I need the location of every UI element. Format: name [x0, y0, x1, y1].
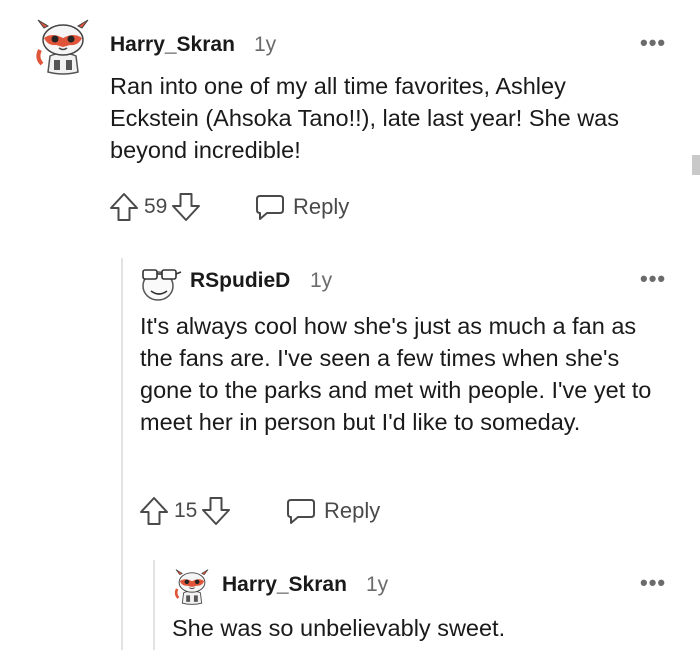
comment-author[interactable]: RSpudieD: [190, 269, 290, 293]
more-options-button[interactable]: •••: [640, 572, 666, 594]
comment-body: Ran into one of my all time favorites, A…: [110, 73, 619, 163]
thread-line-level-2[interactable]: [153, 560, 155, 650]
downvote-arrow-icon: [172, 193, 201, 221]
downvote-arrow-icon: [202, 497, 231, 525]
downvote-button[interactable]: [200, 495, 232, 527]
vote-controls: 59: [108, 190, 202, 224]
snoo-avatar-icon: [36, 19, 89, 75]
avatar[interactable]: [138, 265, 182, 303]
reply-button[interactable]: Reply: [286, 494, 380, 528]
glasses-face-avatar-icon: [142, 269, 182, 301]
vote-score: 15: [174, 499, 198, 522]
avatar[interactable]: [32, 16, 94, 78]
thread-line-level-1[interactable]: [121, 258, 123, 650]
scrollbar-thumb[interactable]: [692, 155, 700, 175]
upvote-button[interactable]: [108, 191, 140, 223]
reply-bubble-icon: [256, 195, 284, 220]
comment-author[interactable]: Harry_Skran: [222, 573, 347, 597]
comment-age[interactable]: 1y: [310, 269, 332, 293]
snoo-avatar-icon: [174, 569, 209, 605]
vote-score: 59: [144, 195, 168, 218]
comment-author[interactable]: Harry_Skran: [110, 33, 235, 57]
upvote-arrow-icon: [140, 497, 168, 525]
upvote-arrow-icon: [110, 193, 138, 221]
more-options-button[interactable]: •••: [640, 268, 666, 290]
reply-bubble-icon: [287, 499, 315, 524]
upvote-button[interactable]: [138, 495, 170, 527]
vote-controls: 15: [138, 494, 232, 528]
reply-button[interactable]: Reply: [255, 190, 349, 224]
more-options-button[interactable]: •••: [640, 32, 666, 54]
avatar[interactable]: [172, 567, 212, 607]
reply-label: Reply: [324, 498, 381, 523]
comment-body: She was so unbelievably sweet.: [172, 615, 506, 641]
downvote-button[interactable]: [170, 191, 202, 223]
reply-label: Reply: [293, 194, 350, 219]
comment-age[interactable]: 1y: [366, 573, 388, 597]
comment-body: It's always cool how she's just as much …: [140, 313, 652, 435]
comment-age[interactable]: 1y: [254, 33, 276, 57]
